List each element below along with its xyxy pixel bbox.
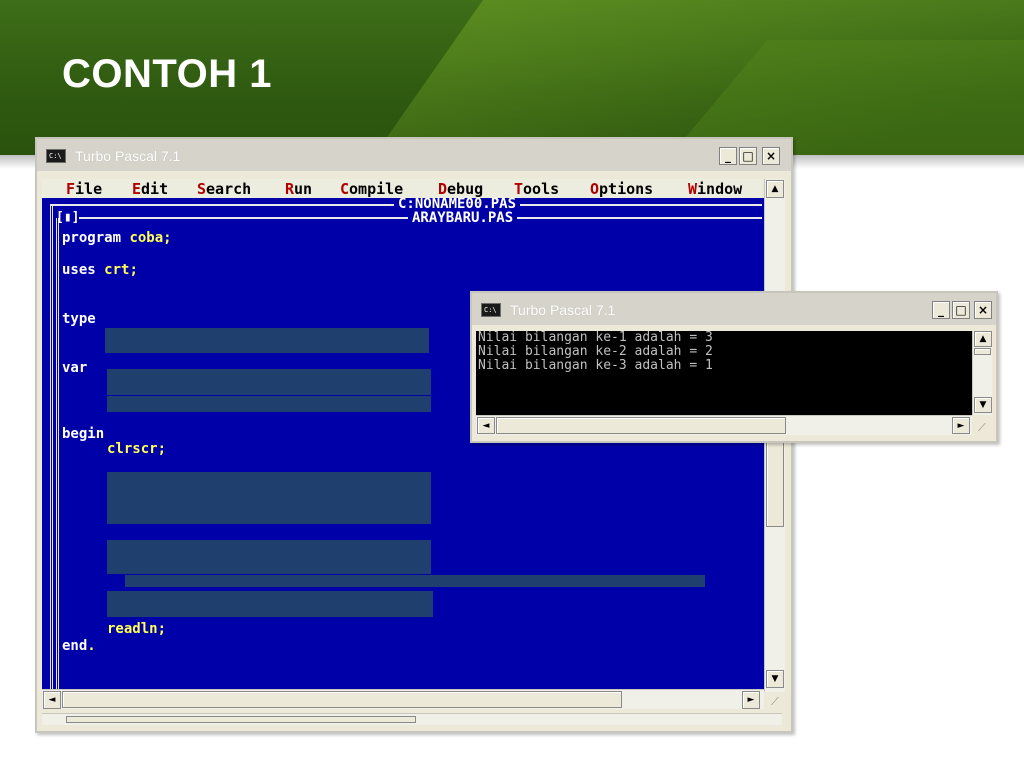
redacted-var-block-1	[107, 369, 431, 395]
menu-label: ools	[523, 180, 560, 198]
menu-edit[interactable]: Edit	[132, 180, 168, 198]
menu-compile[interactable]: Compile	[340, 180, 403, 198]
output-horizontal-scrollbar[interactable]: ◄ ►	[476, 415, 972, 435]
console-output[interactable]: Nilai bilangan ke-1 adalah = 3 Nilai bil…	[476, 331, 972, 415]
keyword-end: end	[62, 638, 88, 654]
menu-label: dit	[141, 180, 169, 198]
minimize-button[interactable]: _	[719, 147, 737, 165]
menu-window[interactable]: Window	[688, 180, 742, 198]
menu-hotkey: F	[66, 180, 76, 198]
redacted-var-block-2	[107, 396, 431, 412]
menu-label: ptions	[599, 180, 654, 198]
scroll-left-button[interactable]: ◄	[43, 691, 61, 709]
output-window-title: Turbo Pascal 7.1	[510, 302, 616, 318]
program-output-window[interactable]: C:\ Turbo Pascal 7.1 _ □ × Nilai bilanga…	[470, 291, 998, 443]
output-vertical-scrollbar[interactable]: ▲ ▼	[972, 331, 992, 415]
menu-search[interactable]: Search	[197, 180, 251, 198]
vertical-scroll-thumb[interactable]	[766, 437, 784, 527]
front-window-border	[56, 218, 59, 692]
menu-hotkey: T	[514, 180, 524, 198]
bottom-status-strip	[42, 713, 782, 725]
menu-hotkey: W	[688, 180, 698, 198]
minimize-button[interactable]: _	[932, 301, 950, 319]
front-file-name[interactable]: ARAYBARU.PAS	[408, 211, 518, 225]
code-line-begin: begin	[62, 426, 105, 442]
scroll-right-button[interactable]: ►	[952, 417, 970, 434]
redacted-body-block-3	[125, 575, 705, 587]
menu-label: indow	[697, 180, 743, 198]
code-line-end: end.	[62, 638, 96, 654]
slide-title: CONTOH 1	[62, 52, 272, 96]
scroll-right-button[interactable]: ►	[742, 691, 760, 709]
output-line: Nilai bilangan ke-1 adalah = 3	[478, 331, 713, 345]
menu-label: earch	[206, 180, 252, 198]
code-line-uses: uses crt;	[62, 262, 138, 278]
secondary-scroll-thumb[interactable]	[66, 716, 416, 723]
menu-hotkey: D	[438, 180, 448, 198]
menu-label: ebug	[447, 180, 484, 198]
menu-label: ompile	[349, 180, 404, 198]
editor-close-box[interactable]: [▮]	[56, 210, 80, 225]
output-titlebar[interactable]: C:\ Turbo Pascal 7.1 _ □ ×	[472, 293, 996, 325]
menu-tools[interactable]: Tools	[514, 180, 559, 198]
horizontal-scroll-thumb[interactable]	[496, 417, 786, 434]
menu-hotkey: C	[340, 180, 350, 198]
code-editor[interactable]: C:NONAME00.PAS ARAYBARU.PAS [▮] program …	[42, 198, 764, 692]
keyword-program: program	[62, 230, 130, 246]
console-icon[interactable]: C:\	[46, 149, 66, 163]
code-line-readln: readln;	[107, 621, 167, 637]
end-dot: .	[87, 638, 96, 654]
code-line-clrscr: clrscr;	[107, 441, 167, 457]
ide-horizontal-scrollbar[interactable]: ◄ ►	[42, 689, 764, 709]
ide-window-title: Turbo Pascal 7.1	[75, 148, 181, 164]
maximize-button[interactable]: □	[952, 301, 970, 319]
scroll-down-button[interactable]: ▼	[974, 397, 992, 413]
resize-grip-icon[interactable]: ⟋	[771, 695, 785, 709]
scroll-up-button[interactable]: ▲	[974, 331, 992, 347]
close-marker: [▮]	[56, 210, 80, 225]
resize-grip-icon[interactable]: ⟋	[978, 421, 992, 435]
menu-debug[interactable]: Debug	[438, 180, 483, 198]
scroll-left-button[interactable]: ◄	[477, 417, 495, 434]
ide-titlebar[interactable]: C:\ Turbo Pascal 7.1 _ □ ×	[37, 139, 791, 171]
keyword-uses: uses	[62, 262, 105, 278]
redacted-type-block	[105, 328, 429, 353]
menu-run[interactable]: Run	[285, 180, 312, 198]
menu-hotkey: R	[285, 180, 295, 198]
menu-file[interactable]: File	[66, 180, 102, 198]
scroll-up-button[interactable]: ▲	[766, 180, 784, 198]
console-icon[interactable]: C:\	[481, 303, 501, 317]
program-name: coba;	[129, 230, 172, 246]
menu-label: un	[294, 180, 313, 198]
menu-options[interactable]: Options	[590, 180, 653, 198]
menu-hotkey: E	[132, 180, 142, 198]
slide-header: CONTOH 1	[0, 0, 1024, 155]
horizontal-scroll-thumb[interactable]	[62, 691, 622, 708]
redacted-body-block-1	[107, 472, 431, 524]
ide-menubar: File Edit Search Run Compile Debug Tools…	[42, 179, 762, 198]
menu-hotkey: O	[590, 180, 600, 198]
unit-name: crt;	[104, 262, 138, 278]
maximize-button[interactable]: □	[739, 147, 757, 165]
code-line-program: program coba;	[62, 230, 172, 246]
output-line: Nilai bilangan ke-3 adalah = 1	[478, 358, 713, 373]
redacted-body-block-4	[107, 591, 433, 617]
code-line-var: var	[62, 360, 88, 376]
menu-hotkey: S	[197, 180, 207, 198]
output-line: Nilai bilangan ke-2 adalah = 2	[478, 344, 713, 359]
vertical-scroll-thumb[interactable]	[974, 348, 991, 355]
scroll-down-button[interactable]: ▼	[766, 670, 784, 688]
close-button[interactable]: ×	[762, 147, 780, 165]
code-line-type: type	[62, 311, 96, 327]
close-button[interactable]: ×	[974, 301, 992, 319]
menu-label: ile	[75, 180, 103, 198]
back-window-border	[50, 205, 53, 692]
redacted-body-block-2	[107, 540, 431, 574]
